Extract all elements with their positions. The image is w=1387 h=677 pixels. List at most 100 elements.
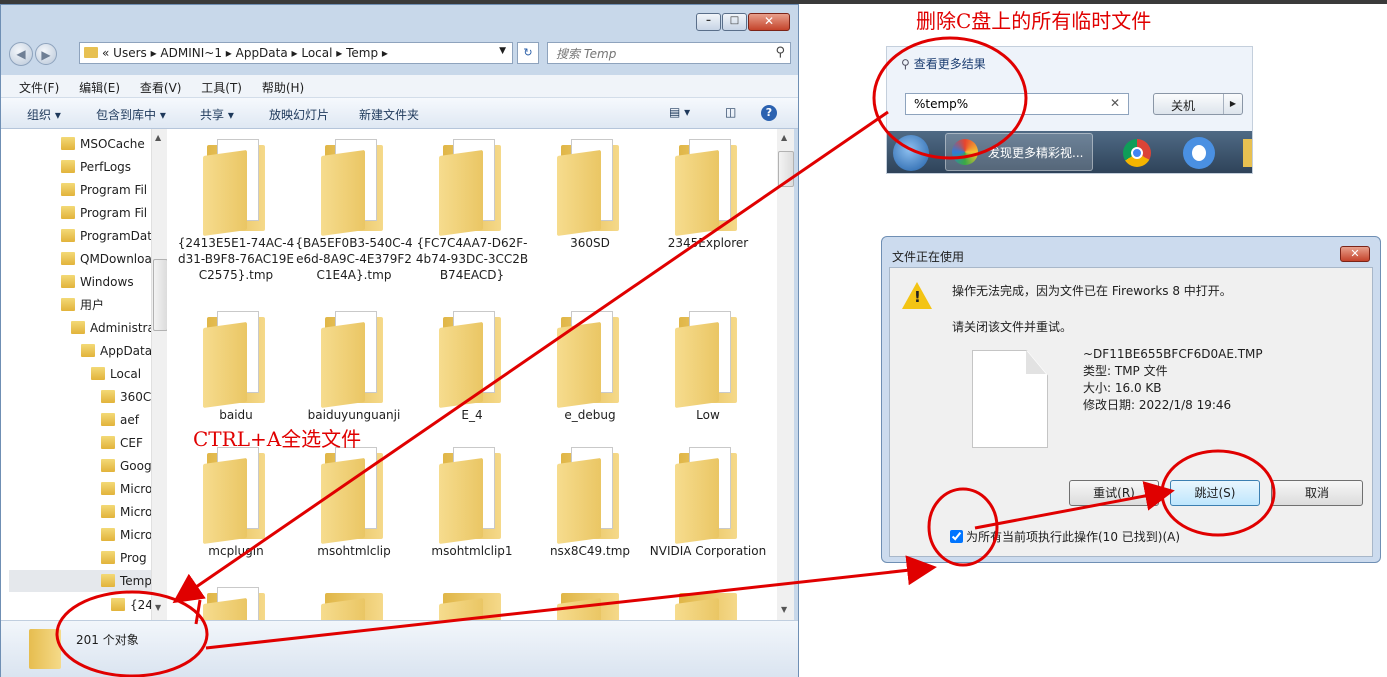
address-bar[interactable]: « Users ▸ ADMINI~1 ▸ AppData ▸ Local ▸ T… <box>79 42 513 64</box>
slideshow-button[interactable]: 放映幻灯片 <box>269 106 329 123</box>
file-item[interactable]: NVIDIA Corporation <box>649 447 767 559</box>
file-item[interactable] <box>531 587 649 620</box>
file-item[interactable]: E_4 <box>413 311 531 423</box>
cancel-button[interactable]: 取消 <box>1271 480 1363 506</box>
scroll-up-icon[interactable]: ▲ <box>155 133 161 142</box>
start-search-box[interactable]: ✕ <box>905 93 1129 115</box>
nav-item[interactable]: Program Fil <box>61 179 147 201</box>
chrome-icon[interactable] <box>1123 139 1151 167</box>
search-input[interactable] <box>554 44 758 64</box>
forward-button[interactable]: ▶ <box>35 43 57 65</box>
folder-icon[interactable] <box>1243 139 1252 167</box>
nav-item[interactable]: Micro <box>101 501 152 523</box>
file-item[interactable] <box>649 587 767 620</box>
menu-help[interactable]: 帮助(H) <box>262 79 304 96</box>
view-options-icon[interactable]: ▤ ▾ <box>669 105 690 119</box>
menu-file[interactable]: 文件(F) <box>19 79 59 96</box>
nav-item[interactable]: Micro <box>101 524 152 546</box>
apply-to-all-option[interactable]: 为所有当前项执行此操作(10 已找到)(A) <box>950 528 1180 545</box>
content-scrollbar[interactable]: ▲ ▼ <box>777 129 794 620</box>
file-item[interactable]: msohtmlclip1 <box>413 447 531 559</box>
menu-edit[interactable]: 编辑(E) <box>79 79 120 96</box>
nav-item[interactable]: CEF <box>101 432 143 454</box>
nav-item[interactable]: ProgramDat <box>61 225 152 247</box>
search-icon[interactable]: ⚲ <box>775 45 785 60</box>
see-more-results-link[interactable]: ⚲ 查看更多结果 <box>901 55 986 72</box>
app-icon[interactable] <box>1183 137 1215 169</box>
menu-tools[interactable]: 工具(T) <box>201 79 242 96</box>
help-icon[interactable]: ? <box>761 105 777 121</box>
file-item[interactable]: msohtmlclip <box>295 447 413 559</box>
nav-item[interactable]: Program Fil <box>61 202 147 224</box>
nav-item[interactable]: Prog <box>101 547 147 569</box>
nav-item[interactable]: Micro <box>101 478 152 500</box>
scroll-down-icon[interactable]: ▼ <box>155 603 161 612</box>
nav-item[interactable]: aef <box>101 409 139 431</box>
nav-item-label: aef <box>120 413 139 427</box>
dialog-close-button[interactable]: ✕ <box>1340 246 1370 262</box>
annotation-select-all: CTRL+A全选文件 <box>193 427 362 451</box>
organize-button[interactable]: 组织 ▾ <box>27 106 61 123</box>
maximize-icon: □ <box>729 15 740 26</box>
scroll-down-icon[interactable]: ▼ <box>781 605 787 614</box>
start-search-input[interactable] <box>912 96 1106 112</box>
address-breadcrumb[interactable]: « Users ▸ ADMINI~1 ▸ AppData ▸ Local ▸ T… <box>102 46 388 60</box>
nav-item[interactable]: Administra <box>71 317 155 339</box>
file-item[interactable]: 2345Explorer <box>649 139 767 251</box>
minimize-button[interactable]: – <box>696 13 721 31</box>
skip-button[interactable]: 跳过(S) <box>1170 480 1260 506</box>
file-item[interactable]: e_debug <box>531 311 649 423</box>
chevron-down-icon[interactable]: ▼ <box>499 46 506 56</box>
file-item[interactable]: Low <box>649 311 767 423</box>
share-button[interactable]: 共享 ▾ <box>200 106 234 123</box>
search-box[interactable]: ⚲ <box>547 42 791 64</box>
scroll-thumb[interactable] <box>778 151 794 187</box>
apply-to-all-checkbox[interactable] <box>950 530 963 543</box>
file-item[interactable]: nsx8C49.tmp <box>531 447 649 559</box>
file-item[interactable] <box>295 587 413 620</box>
preview-pane-icon[interactable]: ◫ <box>725 105 736 119</box>
nav-item[interactable]: PerfLogs <box>61 156 131 178</box>
folder-icon <box>439 311 505 409</box>
file-item[interactable]: {FC7C4AA7-D62F-4b74-93DC-3CC2BB74EACD} <box>413 139 531 283</box>
file-name: ~DF11BE655BFCF6D0AE.TMP <box>1083 347 1263 361</box>
nav-item[interactable]: Local <box>91 363 141 385</box>
file-item[interactable]: baiduyunguanji <box>295 311 413 423</box>
file-item[interactable]: {2413E5E1-74AC-4d31-B9F8-76AC19EC2575}.t… <box>177 139 295 283</box>
shutdown-button[interactable]: 关机 ▶ <box>1153 93 1243 115</box>
menu-view[interactable]: 查看(V) <box>140 79 182 96</box>
start-orb-icon[interactable] <box>893 135 929 171</box>
maximize-button[interactable]: □ <box>722 13 747 31</box>
file-item[interactable]: {BA5EF0B3-540C-4e6d-8A9C-4E379F2C1E4A}.t… <box>295 139 413 283</box>
include-in-library-button[interactable]: 包含到库中 ▾ <box>96 106 166 123</box>
details-pane: 201 个对象 <box>1 620 798 677</box>
nav-item[interactable]: {24 <box>111 594 153 616</box>
file-item[interactable]: mcplugin <box>177 447 295 559</box>
scroll-up-icon[interactable]: ▲ <box>781 133 787 142</box>
close-button[interactable]: ✕ <box>748 13 790 31</box>
taskbar-button[interactable]: 发现更多精彩视... <box>945 133 1093 171</box>
taskbar-button-label: 发现更多精彩视... <box>988 146 1084 160</box>
retry-button[interactable]: 重试(R) <box>1069 480 1159 506</box>
nav-item[interactable]: MSOCache <box>61 133 145 155</box>
nav-item-label: Local <box>110 367 142 381</box>
nav-item[interactable]: 用户 <box>61 294 104 316</box>
nav-item[interactable]: Goog <box>101 455 152 477</box>
chevron-right-icon[interactable]: ▶ <box>1223 94 1242 114</box>
nav-item-selected[interactable]: Temp <box>9 570 152 592</box>
navigation-row: ◀ ▶ « Users ▸ ADMINI~1 ▸ AppData ▸ Local… <box>9 41 791 67</box>
clear-icon[interactable]: ✕ <box>1110 96 1120 110</box>
file-item[interactable] <box>413 587 531 620</box>
nav-scrollbar[interactable]: ▲ ▼ <box>151 129 168 620</box>
nav-item[interactable]: QMDownloa <box>61 248 152 270</box>
nav-item[interactable]: Windows <box>61 271 134 293</box>
nav-item[interactable]: 360C <box>101 386 151 408</box>
refresh-button[interactable]: ↻ <box>517 42 539 64</box>
scroll-thumb[interactable] <box>153 259 168 331</box>
back-button[interactable]: ◀ <box>9 42 33 66</box>
nav-item[interactable]: AppData <box>81 340 152 362</box>
new-folder-button[interactable]: 新建文件夹 <box>359 106 419 123</box>
file-item[interactable] <box>177 587 295 620</box>
file-item[interactable]: 360SD <box>531 139 649 251</box>
file-item[interactable]: baidu <box>177 311 295 423</box>
